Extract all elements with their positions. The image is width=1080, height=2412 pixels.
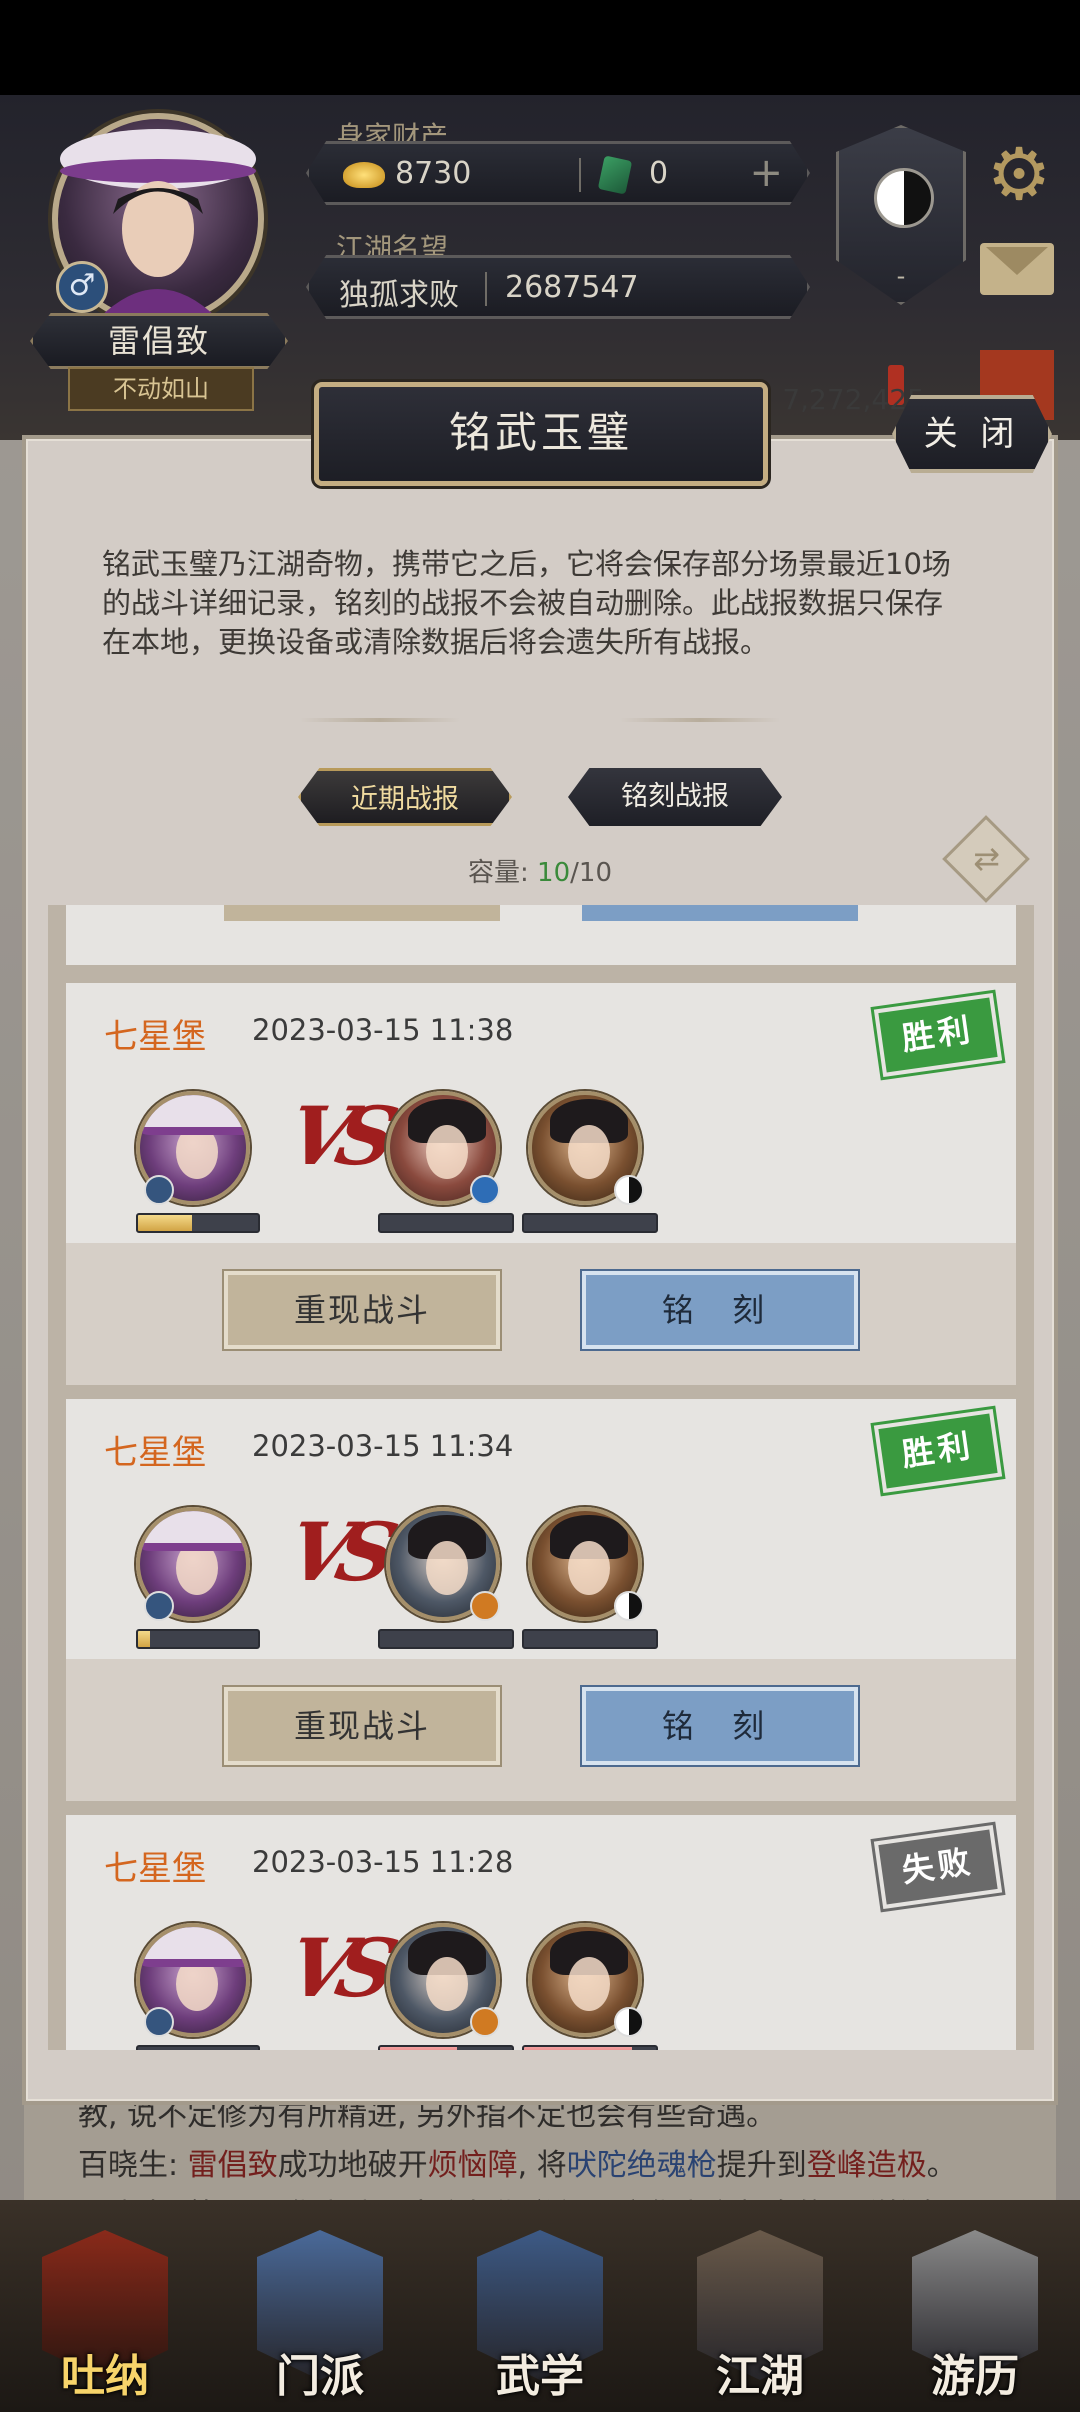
- status-bar: [0, 0, 1080, 95]
- face: [426, 1125, 468, 1179]
- fame-bar: 独孤求败 2687547: [306, 255, 810, 319]
- capacity-used: 10: [537, 858, 571, 888]
- engrave-button[interactable]: 铭 刻: [582, 1687, 858, 1765]
- tab-engraved-reports[interactable]: 铭刻战报: [568, 768, 782, 826]
- face: [568, 1957, 610, 2011]
- enemy-hp-bar: [378, 1629, 514, 1649]
- battle-actions: 重现战斗 铭 刻: [66, 1243, 1016, 1385]
- divider: [579, 158, 581, 192]
- badge-mark: -: [896, 262, 906, 290]
- fame-title: 独孤求败: [339, 278, 459, 313]
- battle-time: 2023-03-15 11:28: [252, 1845, 514, 1879]
- capacity-total: /10: [570, 858, 612, 888]
- player-title: 不动如山: [68, 367, 254, 411]
- engrave-button[interactable]: [582, 905, 858, 921]
- battle-summary: 七星堡 2023-03-15 11:38 胜利 VS: [66, 983, 1016, 1243]
- defeat-stamp: 失败: [873, 1824, 1003, 1910]
- player-hp-bar: [136, 1213, 260, 1233]
- hat: [140, 1927, 246, 1967]
- yin-yang-icon: [614, 1175, 644, 1205]
- jade-icon: [597, 155, 633, 195]
- victory-stamp: 胜利: [873, 1408, 1003, 1494]
- element-icon: [470, 2007, 500, 2037]
- enemy-hp-bar: [522, 1213, 658, 1233]
- battle-list[interactable]: 七星堡 2023-03-15 11:38 胜利 VS 重现战斗 铭 刻 七星堡 …: [48, 905, 1034, 2050]
- jade-amount: 0: [649, 156, 669, 191]
- battle-summary: 七星堡 2023-03-15 11:34 胜利 VS: [66, 1399, 1016, 1659]
- list-item: [66, 905, 1016, 965]
- capacity-readout: 容量: 10/10: [0, 852, 1080, 889]
- hp-fill: [138, 1215, 192, 1231]
- player-hp-bar: [136, 2045, 260, 2050]
- replay-button[interactable]: 重现战斗: [224, 1271, 500, 1349]
- yin-yang-icon: [614, 1591, 644, 1621]
- mail-icon[interactable]: [980, 243, 1054, 295]
- hp-fill: [524, 2047, 633, 2050]
- male-icon: [144, 1175, 174, 1205]
- nav-label: 门派: [276, 2351, 364, 2402]
- vs-emblem: VS: [280, 1089, 392, 1183]
- nav-label: 江湖: [716, 2351, 804, 2402]
- tab-recent-reports[interactable]: 近期战报: [298, 768, 512, 826]
- vs-emblem: VS: [280, 1921, 392, 2015]
- gear-icon[interactable]: ⚙: [980, 135, 1058, 213]
- nav-youli[interactable]: 游历: [900, 2230, 1050, 2406]
- hp-fill: [138, 1631, 150, 1647]
- face: [568, 1125, 610, 1179]
- faction-badge[interactable]: -: [836, 125, 966, 305]
- male-icon: [144, 1591, 174, 1621]
- replay-button[interactable]: [224, 905, 500, 921]
- nav-wuxue[interactable]: 武学: [465, 2230, 615, 2406]
- nav-label: 吐纳: [61, 2351, 149, 2402]
- hp-fill: [380, 2047, 457, 2050]
- hat: [140, 1511, 246, 1551]
- player-name: 雷倡致: [30, 313, 288, 369]
- male-gender-icon: ♂: [56, 261, 108, 313]
- element-icon: [470, 1175, 500, 1205]
- battle-time: 2023-03-15 11:38: [252, 1013, 514, 1047]
- yin-yang-icon: [614, 2007, 644, 2037]
- divider-ornament: [300, 718, 460, 722]
- fame-value: 2687547: [505, 270, 639, 305]
- male-icon: [144, 2007, 174, 2037]
- modal-title: 铭武玉璧: [314, 382, 768, 486]
- battle-summary: 七星堡 2023-03-15 11:28 失败 VS: [66, 1815, 1016, 2050]
- battle-actions: 重现战斗 铭 刻: [66, 1659, 1016, 1801]
- vs-emblem: VS: [280, 1505, 392, 1599]
- enemy-hp-bar: [378, 1213, 514, 1233]
- nav-jianghu[interactable]: 江湖: [685, 2230, 835, 2406]
- element-icon: [470, 1591, 500, 1621]
- battle-time: 2023-03-15 11:34: [252, 1429, 514, 1463]
- hat: [140, 1095, 246, 1135]
- divider: [485, 272, 487, 306]
- wealth-bar: 8730 0 +: [306, 141, 810, 205]
- gold-amount: 8730: [395, 156, 472, 191]
- battle-location: 七星堡: [104, 1017, 206, 1057]
- gold-ingot-icon: [343, 162, 385, 188]
- battle-location: 七星堡: [104, 1849, 206, 1889]
- enemy-hp-bar: [378, 2045, 514, 2050]
- bottom-nav: 吐纳 门派 武学 江湖 游历: [0, 2200, 1080, 2412]
- close-button[interactable]: 关 闭: [892, 395, 1052, 473]
- face: [426, 1541, 468, 1595]
- add-currency-button[interactable]: +: [749, 150, 783, 196]
- modal-description: 铭武玉璧乃江湖奇物，携带它之后，它将会保存部分场景最近10场的战斗详细记录，铭刻…: [102, 547, 951, 659]
- victory-stamp: 胜利: [873, 992, 1003, 1078]
- engrave-button[interactable]: 铭 刻: [582, 1271, 858, 1349]
- nav-label: 游历: [931, 2351, 1019, 2402]
- enemy-hp-bar: [522, 1629, 658, 1649]
- nav-menpai[interactable]: 门派: [245, 2230, 395, 2406]
- player-hp-bar: [136, 1629, 260, 1649]
- replay-button[interactable]: 重现战斗: [224, 1687, 500, 1765]
- yin-yang-icon: [874, 168, 934, 228]
- capacity-label: 容量:: [468, 858, 529, 888]
- nav-tuna[interactable]: 吐纳: [30, 2230, 180, 2406]
- divider-ornament: [620, 718, 780, 722]
- face: [568, 1541, 610, 1595]
- nav-label: 武学: [496, 2351, 584, 2402]
- face: [426, 1957, 468, 2011]
- enemy-hp-bar: [522, 2045, 658, 2050]
- battle-location: 七星堡: [104, 1433, 206, 1473]
